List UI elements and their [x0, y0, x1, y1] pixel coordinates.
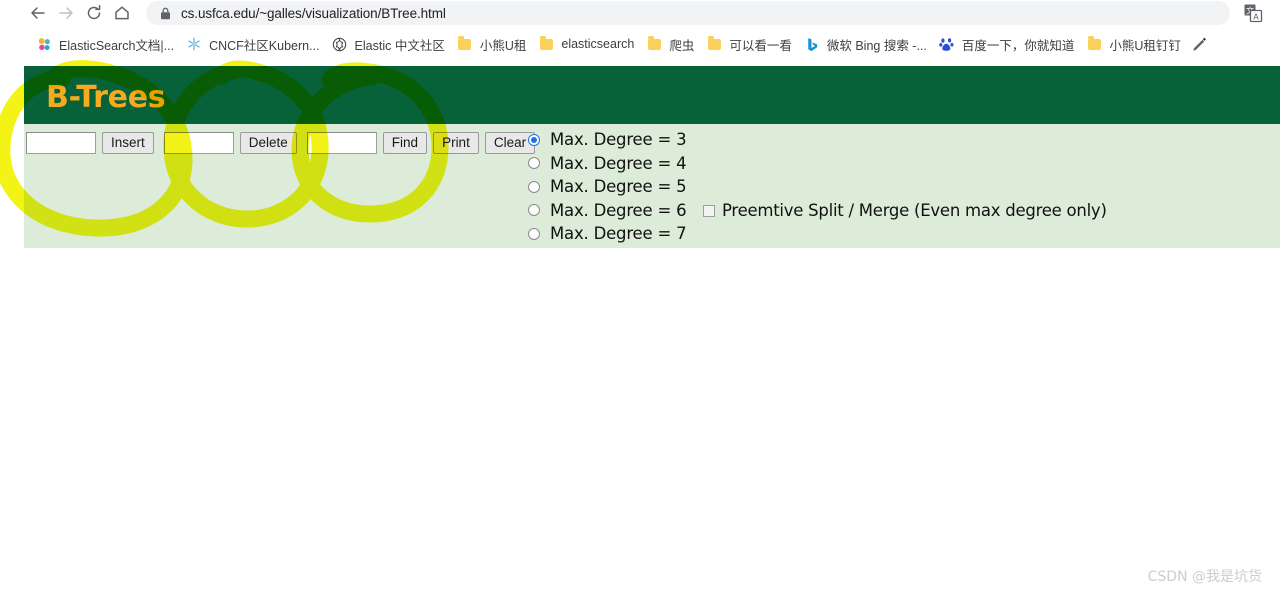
find-input[interactable] [306, 132, 377, 154]
svg-text:A: A [1253, 12, 1259, 21]
page-title: B-Trees [46, 80, 166, 115]
insert-button[interactable]: Insert [102, 132, 154, 154]
site-header-banner: B-Trees [24, 66, 1280, 124]
folder-icon [457, 36, 473, 52]
bookmark-label: 小熊U租钉钉 [1109, 38, 1181, 53]
bookmark-label: 微软 Bing 搜索 -... [826, 38, 927, 53]
delete-input[interactable] [163, 132, 234, 154]
bookmarks-bar: ElasticSearch文档|... CNCF社区Kubern... Elas… [0, 30, 1280, 58]
radio-label: Max. Degree = 5 [550, 177, 687, 197]
browser-chrome: cs.usfca.edu/~galles/visualization/BTree… [0, 0, 1280, 58]
bookmark-item[interactable]: ElasticSearch文档|... [30, 32, 180, 56]
forward-button[interactable] [52, 1, 80, 25]
bookmark-item[interactable]: elasticsearch [532, 32, 640, 56]
bookmark-item[interactable]: 微软 Bing 搜索 -... [798, 32, 933, 56]
bing-icon [804, 36, 820, 52]
bookmark-item[interactable]: 可以看一看 [700, 32, 798, 56]
radio-label: Max. Degree = 7 [550, 224, 687, 244]
bookmark-label: 百度一下，你就知道 [961, 38, 1075, 53]
elastic-logo-icon [332, 36, 348, 52]
radio-option-degree-6[interactable]: Max. Degree = 6 [528, 199, 687, 223]
browser-toolbar: cs.usfca.edu/~galles/visualization/BTree… [0, 0, 1280, 26]
bookmark-label: CNCF社区Kubern... [209, 38, 320, 53]
bookmark-item[interactable]: 百度一下，你就知道 [933, 32, 1081, 56]
folder-icon [1086, 36, 1102, 52]
back-arrow-icon [31, 7, 45, 19]
radio-indicator[interactable] [528, 180, 540, 193]
radio-label: Max. Degree = 6 [550, 200, 687, 220]
bookmark-label: Elastic 中文社区 [354, 38, 445, 53]
radio-option-degree-5[interactable]: Max. Degree = 5 [528, 175, 687, 199]
algorithm-controls-row: Insert Delete Find Print Clear [26, 132, 541, 154]
radio-option-degree-7[interactable]: Max. Degree = 7 [528, 222, 687, 246]
bookmark-item[interactable]: 爬虫 [640, 32, 700, 56]
delete-button[interactable]: Delete [239, 132, 297, 154]
baidu-icon [939, 36, 955, 52]
folder-icon [706, 36, 722, 52]
find-button[interactable]: Find [382, 132, 428, 154]
home-icon [115, 6, 129, 20]
forward-arrow-icon [59, 7, 73, 19]
bookmark-label: 可以看一看 [729, 38, 792, 53]
home-button[interactable] [108, 1, 136, 25]
insert-input[interactable] [26, 132, 96, 154]
bookmark-item[interactable]: 小熊U租钉钉 [1080, 32, 1187, 56]
radio-label: Max. Degree = 3 [550, 130, 687, 150]
folder-icon [646, 36, 662, 52]
address-bar[interactable]: cs.usfca.edu/~galles/visualization/BTree… [146, 1, 1230, 25]
snowflake-icon [186, 36, 202, 52]
controls-panel: Insert Delete Find Print Clear Max. Degr… [24, 124, 1280, 248]
bookmark-item[interactable]: CNCF社区Kubern... [180, 32, 325, 56]
preemptive-checkbox[interactable] [703, 204, 715, 217]
watermark-text: CSDN @我是坑货 [1147, 569, 1262, 585]
translate-icon[interactable]: 文 A [1242, 2, 1264, 24]
radio-option-degree-4[interactable]: Max. Degree = 4 [528, 152, 687, 176]
bookmark-item[interactable]: 小熊U租 [451, 32, 533, 56]
radio-indicator[interactable] [528, 157, 540, 170]
radio-indicator[interactable] [528, 227, 540, 240]
radio-label: Max. Degree = 4 [550, 153, 687, 173]
page-content: B-Trees Insert Delete Find Print Clear M… [0, 58, 1280, 598]
folder-icon [538, 36, 554, 52]
lock-icon [158, 6, 172, 20]
reload-icon [87, 5, 101, 20]
back-button[interactable] [24, 1, 52, 25]
preemptive-split-merge-option[interactable]: Preemtive Split / Merge (Even max degree… [703, 201, 1107, 220]
radio-indicator[interactable] [528, 133, 540, 146]
print-button[interactable]: Print [433, 132, 479, 154]
bookmark-label: elasticsearch [561, 37, 635, 51]
max-degree-radio-group: Max. Degree = 3 Max. Degree = 4 Max. Deg… [528, 128, 687, 246]
url-text: cs.usfca.edu/~galles/visualization/BTree… [181, 5, 446, 21]
radio-option-degree-3[interactable]: Max. Degree = 3 [528, 128, 687, 152]
preemptive-label: Preemtive Split / Merge (Even max degree… [722, 201, 1107, 220]
bookmark-label: 小熊U租 [479, 38, 527, 53]
bookmark-label: ElasticSearch文档|... [59, 38, 175, 53]
pen-icon[interactable] [1191, 35, 1209, 53]
bookmark-label: 爬虫 [669, 38, 695, 53]
bookmark-item[interactable]: Elastic 中文社区 [326, 32, 451, 56]
radio-indicator[interactable] [528, 204, 540, 217]
reload-button[interactable] [80, 1, 108, 25]
elasticsearch-icon [36, 36, 52, 52]
